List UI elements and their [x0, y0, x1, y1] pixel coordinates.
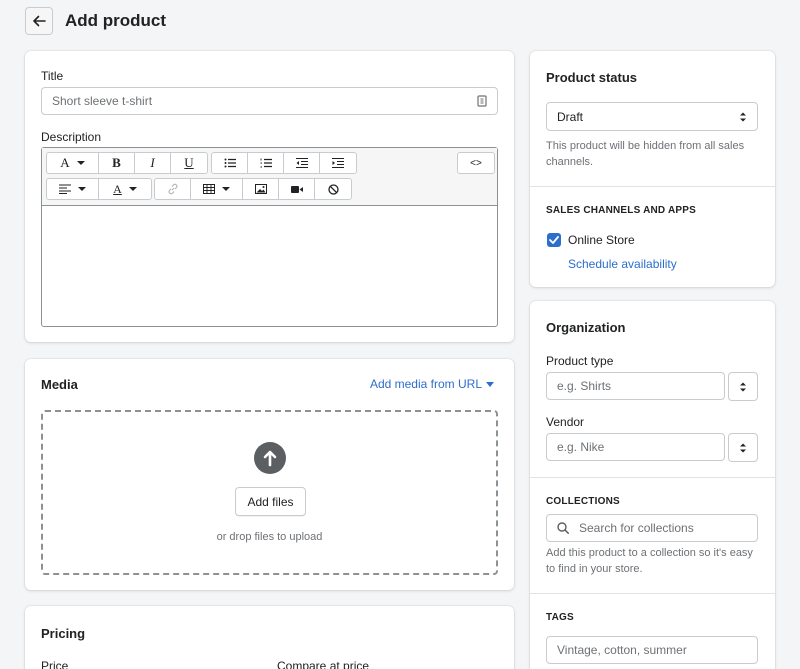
organization-heading: Organization	[546, 320, 626, 335]
indent-icon	[332, 158, 344, 168]
bold-button[interactable]: B	[99, 153, 135, 173]
media-dropzone[interactable]: Add files or drop files to upload	[41, 410, 498, 575]
chevron-down-icon	[486, 381, 494, 387]
arrow-left-icon	[33, 15, 46, 27]
sales-channels-heading: SALES CHANNELS AND APPS	[546, 205, 696, 216]
product-type-input[interactable]: e.g. Shirts	[546, 372, 725, 400]
upload-arrow-icon	[254, 442, 286, 474]
online-store-label: Online Store	[568, 233, 635, 247]
select-arrows-icon	[740, 443, 746, 452]
status-divider	[530, 186, 775, 187]
insert-group	[154, 178, 352, 200]
add-media-url-link[interactable]: Add media from URL	[370, 377, 494, 391]
editor-body[interactable]	[42, 207, 497, 326]
italic-button[interactable]: I	[135, 153, 171, 173]
outdent-icon	[295, 158, 308, 168]
title-input[interactable]: Short sleeve t-shirt	[41, 87, 498, 115]
title-label: Title	[41, 69, 64, 83]
text-color-button[interactable]: A	[99, 179, 151, 199]
insert-video-button[interactable]	[279, 179, 315, 199]
align-left-icon	[59, 184, 71, 194]
vendor-input[interactable]: e.g. Nike	[546, 433, 725, 461]
checkmark-icon	[549, 236, 559, 244]
list-group	[211, 152, 357, 174]
align-button[interactable]	[47, 179, 99, 199]
status-selected-value: Draft	[557, 109, 584, 124]
vendor-label: Vendor	[546, 415, 585, 429]
pricing-card: Pricing Price Compare at price	[25, 606, 514, 669]
collections-help: Add this product to a collection so it's…	[546, 547, 753, 575]
bullet-list-icon	[224, 158, 236, 168]
insert-image-button[interactable]	[243, 179, 279, 199]
image-icon	[254, 184, 267, 194]
insert-table-button[interactable]	[191, 179, 243, 199]
product-type-dropdown[interactable]	[728, 372, 758, 401]
insert-link-button[interactable]	[155, 179, 191, 199]
code-group: <>	[457, 152, 495, 174]
indent-button[interactable]	[320, 153, 356, 173]
vendor-dropdown[interactable]	[728, 433, 758, 462]
description-label: Description	[41, 130, 102, 144]
numbered-list-button[interactable]	[248, 153, 284, 173]
editor-toolbar: A B I U <> A	[42, 148, 497, 206]
numbered-list-icon	[260, 158, 272, 168]
drop-hint: or drop files to upload	[216, 531, 323, 543]
status-heading: Product status	[546, 70, 638, 85]
title-placeholder: Short sleeve t-shirt	[52, 94, 153, 108]
tags-divider	[530, 593, 775, 594]
status-select[interactable]: Draft	[546, 102, 758, 131]
page-title: Add product	[65, 11, 167, 30]
collections-divider	[530, 477, 775, 478]
select-arrows-icon	[740, 112, 746, 121]
tags-heading: TAGS	[546, 612, 574, 623]
table-icon	[203, 184, 215, 194]
organization-card: Organization Product type e.g. Shirts Ve…	[530, 301, 775, 669]
price-label: Price	[41, 659, 69, 669]
back-button[interactable]	[25, 7, 53, 35]
collections-search-input[interactable]: Search for collections	[546, 514, 758, 542]
schedule-availability-link[interactable]: Schedule availability	[568, 257, 677, 271]
description-editor: A B I U <> A	[41, 147, 498, 327]
status-help: This product will be hidden from all sal…	[546, 140, 745, 168]
product-type-label: Product type	[546, 354, 614, 368]
video-icon	[290, 185, 303, 193]
underline-button[interactable]: U	[171, 153, 207, 173]
clear-format-button[interactable]	[315, 179, 351, 199]
outdent-button[interactable]	[284, 153, 320, 173]
search-icon	[557, 522, 569, 534]
clear-format-icon	[327, 183, 339, 195]
media-heading: Media	[41, 377, 78, 392]
pricing-heading: Pricing	[41, 626, 86, 641]
add-files-button[interactable]: Add files	[235, 487, 306, 516]
bullet-list-button[interactable]	[212, 153, 248, 173]
product-status-card: Product status Draft This product will b…	[530, 51, 775, 287]
select-arrows-icon	[740, 382, 746, 391]
tags-input[interactable]: Vintage, cotton, summer	[546, 636, 758, 664]
online-store-checkbox[interactable]	[547, 233, 561, 247]
show-html-button[interactable]: <>	[458, 153, 494, 173]
format-group: A B I U	[46, 152, 208, 174]
compare-price-label: Compare at price	[277, 659, 370, 669]
collections-heading: COLLECTIONS	[546, 496, 620, 507]
align-color-group: A	[46, 178, 152, 200]
font-style-button[interactable]: A	[47, 153, 99, 173]
autofill-icon	[477, 95, 487, 107]
link-icon	[168, 183, 177, 195]
